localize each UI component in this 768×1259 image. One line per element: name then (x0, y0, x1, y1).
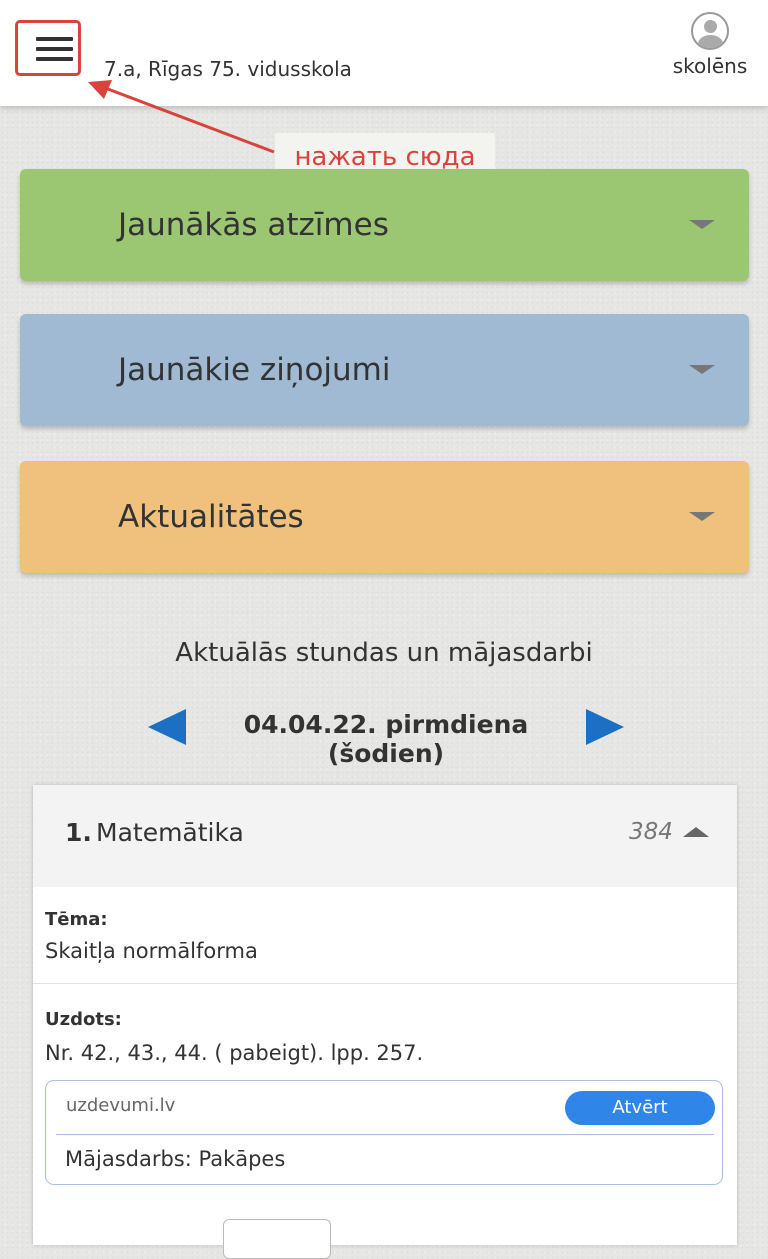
accordion-title: Aktualitātes (118, 499, 304, 535)
resource-site-name: uzdevumi.lv (66, 1095, 176, 1116)
chevron-down-icon (689, 220, 715, 229)
previous-day-arrow-icon[interactable] (148, 709, 186, 745)
resource-task-title: Mājasdarbs: Pakāpes (65, 1147, 286, 1171)
latest-messages-accordion[interactable]: Jaunākie ziņojumi (20, 314, 749, 426)
topic-value: Skaitļa normālforma (45, 939, 258, 963)
topic-label: Tēma: (45, 909, 108, 930)
assigned-value: Nr. 42., 43., 44. ( pabeigt). lpp. 257. (45, 1041, 424, 1065)
next-day-arrow-icon[interactable] (586, 709, 624, 745)
lesson-number: 1. (65, 818, 92, 847)
lesson-header[interactable]: 1. Matemātika 384 (33, 785, 737, 887)
accordion-title: Jaunākie ziņojumi (118, 352, 391, 388)
news-accordion[interactable]: Aktualitātes (20, 461, 749, 573)
lessons-section-title: Aktuālās stundas un mājasdarbi (175, 638, 593, 668)
latest-grades-accordion[interactable]: Jaunākās atzīmes (20, 169, 749, 281)
divider (33, 983, 737, 984)
open-button[interactable]: Atvērt (565, 1091, 715, 1125)
chevron-up-icon (683, 827, 709, 837)
current-date-label: 04.04.22. pirmdiena (šodien) (243, 710, 529, 768)
date-navigator: 04.04.22. pirmdiena (šodien) (0, 700, 768, 768)
chevron-down-icon (689, 365, 715, 374)
assigned-label: Uzdots: (45, 1009, 122, 1030)
accordion-title: Jaunākās atzīmes (118, 207, 389, 243)
chevron-down-icon (689, 512, 715, 521)
lesson-card: 1. Matemātika 384 Tēma: Skaitļa normālfo… (33, 785, 737, 1259)
lesson-room: 384 (629, 819, 673, 845)
homework-resource: uzdevumi.lv Atvērt Mājasdarbs: Pakāpes (45, 1080, 723, 1185)
divider (56, 1134, 714, 1135)
partial-button[interactable] (223, 1219, 331, 1259)
lesson-subject: Matemātika (96, 818, 244, 847)
